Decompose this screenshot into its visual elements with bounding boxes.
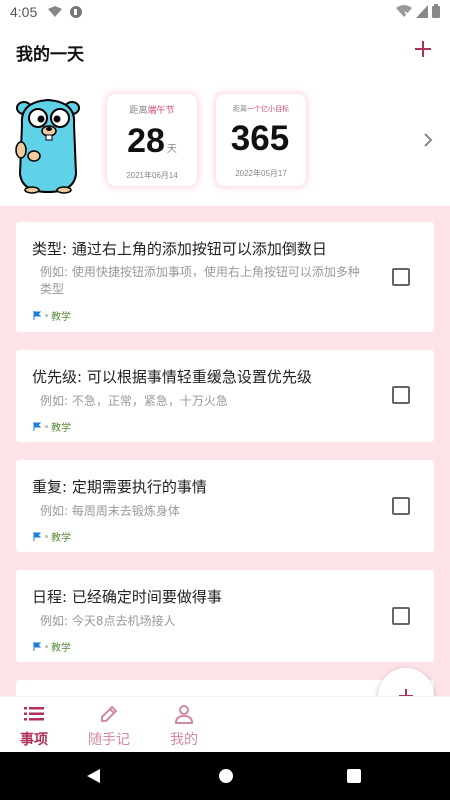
home-icon[interactable]	[218, 768, 234, 788]
tag-separator-dot	[45, 314, 48, 317]
flag-icon	[33, 422, 41, 431]
task-description: 例如: 今天8点去机场接人	[40, 614, 176, 628]
countdown-target-date: 2021年06月14	[126, 171, 178, 180]
tag-separator-dot	[45, 535, 48, 538]
status-right-icons	[396, 4, 440, 22]
nav-tab-notes[interactable]: 随手记	[79, 703, 139, 749]
countdown-value: 365	[216, 120, 306, 158]
pencil-icon	[79, 703, 139, 725]
system-navigation-bar	[0, 752, 450, 800]
flag-icon	[33, 532, 41, 541]
bottom-navigation: 事项 随手记 我的	[0, 696, 450, 752]
countdown-section: 距离端午节 28 天 2021年06月14 距离一个亿小目标 365 2022年…	[0, 84, 450, 204]
countdown-days-number: 28	[127, 122, 165, 160]
task-tag: 教学	[33, 308, 71, 323]
recents-icon[interactable]	[346, 768, 362, 788]
gopher-mascot-image	[12, 94, 84, 194]
nav-tab-label: 我的	[170, 732, 198, 748]
tag-separator-dot	[45, 645, 48, 648]
signal-icon	[416, 4, 428, 22]
app-screen: 4:05 我的一天 距离端午节 28 天 2021年06月14 距离一个亿小目标…	[0, 0, 450, 800]
task-card[interactable]: 类型: 通过右上角的添加按钮可以添加倒数日 例如: 使用快捷按钮添加事项，使用右…	[16, 222, 434, 332]
more-countdowns-chevron-icon[interactable]	[422, 132, 434, 148]
countdown-card-goal[interactable]: 距离一个亿小目标 365 2022年05月17	[216, 94, 306, 186]
cast-icon	[47, 5, 63, 19]
countdown-card-festival[interactable]: 距离端午节 28 天 2021年06月14	[107, 94, 197, 186]
task-checkbox[interactable]	[392, 497, 410, 515]
task-tag-label: 教学	[51, 643, 71, 654]
task-list[interactable]: 类型: 通过右上角的添加按钮可以添加倒数日 例如: 使用快捷按钮添加事项，使用右…	[0, 206, 450, 696]
task-tag: 教学	[33, 529, 71, 544]
countdown-label-prefix: 距离	[129, 106, 148, 116]
task-tag-label: 教学	[51, 312, 71, 323]
nav-tab-tasks[interactable]: 事项	[4, 703, 64, 749]
nav-tab-label: 随手记	[88, 732, 130, 748]
add-countdown-button[interactable]	[410, 36, 436, 62]
countdown-label: 距离一个亿小目标	[216, 102, 306, 116]
battery-icon	[432, 4, 440, 22]
task-tag: 教学	[33, 419, 71, 434]
status-time: 4:05	[10, 4, 38, 20]
task-checkbox[interactable]	[392, 607, 410, 625]
flag-icon	[33, 642, 41, 651]
back-icon[interactable]	[86, 768, 102, 788]
countdown-target-date: 2022年05月17	[235, 169, 287, 178]
task-title: 优先级: 可以根据事情轻重缓急设置优先级	[32, 368, 312, 386]
task-tag-label: 教学	[51, 423, 71, 434]
list-icon	[4, 703, 64, 725]
person-icon	[154, 703, 214, 725]
task-checkbox[interactable]	[392, 386, 410, 404]
task-card-partial[interactable]	[16, 680, 434, 696]
task-description: 例如: 不急，正常，紧急，十万火急	[40, 394, 228, 408]
page-title: 我的一天	[16, 45, 84, 65]
nav-tab-label: 事项	[20, 732, 48, 748]
plus-icon	[415, 41, 431, 57]
task-description: 例如: 使用快捷按钮添加事项，使用右上角按钮可以添加多种类型	[40, 265, 360, 296]
countdown-label: 距离端午节	[107, 104, 197, 118]
app-notification-icon	[69, 5, 83, 19]
task-title: 类型: 通过右上角的添加按钮可以添加倒数日	[32, 240, 327, 258]
task-checkbox[interactable]	[392, 268, 410, 286]
countdown-value: 28 天	[107, 122, 197, 160]
task-title: 日程: 已经确定时间要做得事	[32, 588, 222, 606]
task-card[interactable]: 优先级: 可以根据事情轻重缓急设置优先级 例如: 不急，正常，紧急，十万火急 教…	[16, 350, 434, 442]
countdown-event-name: 端午节	[147, 106, 175, 116]
nav-tab-profile[interactable]: 我的	[154, 703, 214, 749]
flag-icon	[33, 311, 41, 320]
task-tag-label: 教学	[51, 533, 71, 544]
status-bar: 4:05	[0, 0, 450, 24]
task-card[interactable]: 重复: 定期需要执行的事情 例如: 每周周末去锻炼身体 教学	[16, 460, 434, 552]
countdown-days-unit: 天	[166, 144, 177, 155]
countdown-label-prefix: 距离	[233, 105, 247, 113]
wifi-icon	[396, 4, 412, 22]
app-header: 我的一天	[0, 36, 450, 66]
countdown-event-name: 一个亿小目标	[247, 105, 289, 113]
task-tag: 教学	[33, 639, 71, 654]
task-title: 重复: 定期需要执行的事情	[32, 478, 207, 496]
task-description: 例如: 每周周末去锻炼身体	[40, 504, 180, 518]
countdown-days-number: 365	[230, 119, 290, 158]
task-card[interactable]: 日程: 已经确定时间要做得事 例如: 今天8点去机场接人 教学	[16, 570, 434, 662]
tag-separator-dot	[45, 425, 48, 428]
